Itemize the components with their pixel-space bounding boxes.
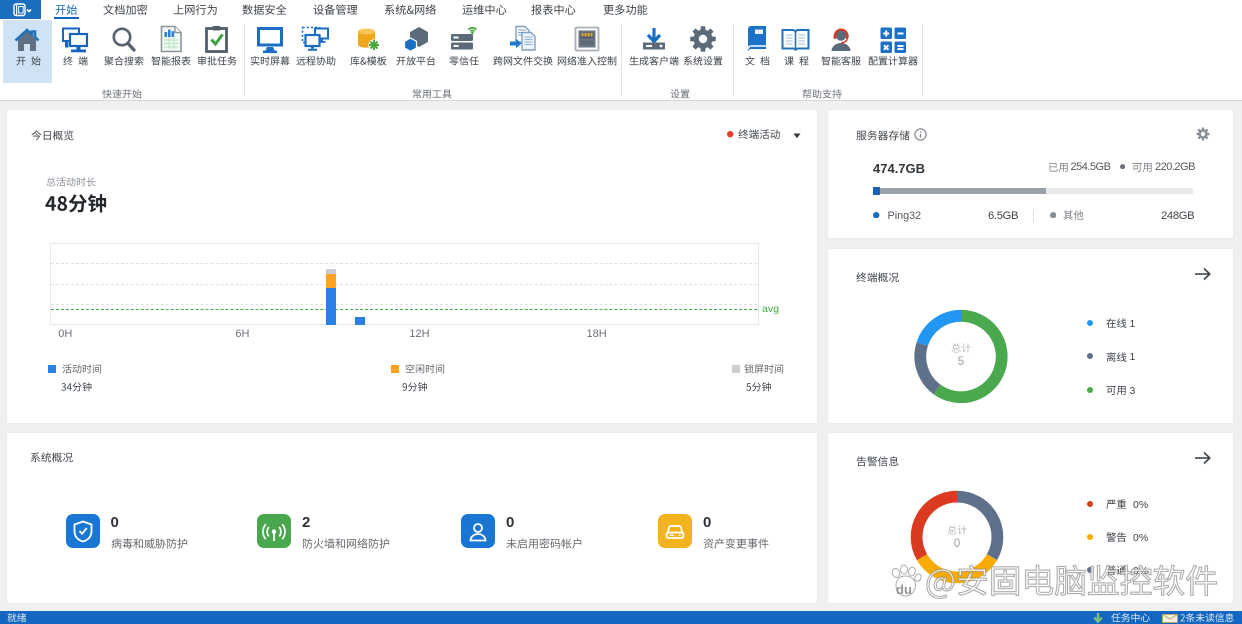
svg-text:du: du: [896, 582, 912, 597]
